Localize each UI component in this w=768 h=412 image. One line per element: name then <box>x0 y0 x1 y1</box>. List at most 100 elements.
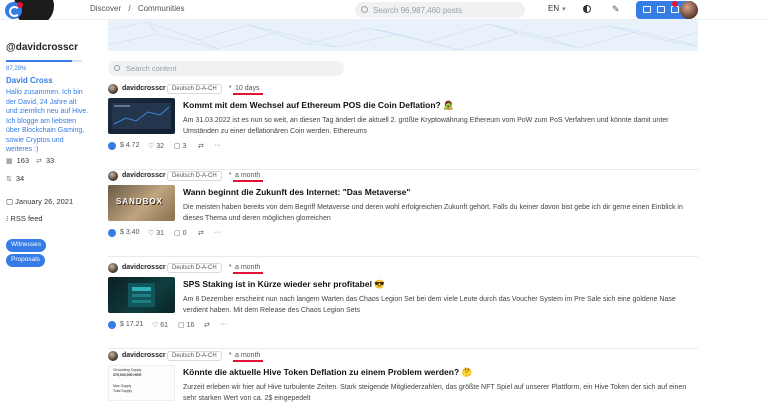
calendar-icon: ▢ <box>6 197 16 206</box>
post-card: davidcrosscr Deutsch D-A-CH • 10 days Ko… <box>108 84 698 170</box>
post-time[interactable]: a month <box>235 352 260 359</box>
author-avatar[interactable] <box>108 263 118 273</box>
global-search-input[interactable]: Search 96,987,460 posts <box>355 2 525 18</box>
witnesses-button[interactable]: Witnesses <box>6 239 46 252</box>
post-time[interactable]: a month <box>235 264 260 271</box>
post-community[interactable]: Deutsch D-A-CH <box>167 171 222 181</box>
reputation-bar <box>6 60 82 62</box>
votes-count[interactable]: ♡ 31 <box>148 229 164 237</box>
post-title[interactable]: Könnte die aktuelle Hive Token Deflation… <box>183 367 472 378</box>
hive-logo-icon[interactable] <box>5 2 23 19</box>
reblog-button[interactable]: ⇄ <box>204 321 210 329</box>
votes-count[interactable]: ♡ 32 <box>148 142 164 150</box>
breadcrumb: Discover / Communities <box>90 4 190 13</box>
breadcrumb-separator: / <box>128 4 131 13</box>
post-thumbnail[interactable]: SANDBOX <box>108 185 175 221</box>
heart-icon: ♡ <box>148 230 155 237</box>
votes-value: 32 <box>156 143 165 150</box>
upvote-button[interactable] <box>108 321 116 330</box>
upvote-icon <box>108 321 116 329</box>
comments-count[interactable]: ▢ 16 <box>178 321 194 329</box>
rss-feed-link[interactable]: ⁝ RSS feed <box>6 214 43 223</box>
more-options-button[interactable]: ··· <box>220 321 227 328</box>
rss-label: RSS feed <box>10 214 43 223</box>
reblog-button[interactable]: ⇄ <box>198 229 204 237</box>
separator-dot: • <box>229 171 232 178</box>
post-time[interactable]: 10 days <box>235 85 260 92</box>
payout[interactable]: $ 4.72 <box>120 142 139 149</box>
comment-icon: ▢ <box>174 230 181 237</box>
separator-dot: • <box>229 84 232 91</box>
post-summary[interactable]: Die meisten haben bereits von dem Begrif… <box>183 202 698 224</box>
heart-icon: ♡ <box>148 143 155 150</box>
followers-icon: ▦ <box>6 158 13 165</box>
theme-toggle-icon[interactable] <box>583 5 591 13</box>
post-card: davidcrosscr Deutsch D-A-CH • a month Ci… <box>108 351 698 412</box>
more-options-button[interactable]: ··· <box>214 142 221 149</box>
posts-stat: ⇅ 34 <box>6 174 24 183</box>
search-placeholder: Search 96,987,460 posts <box>373 6 462 15</box>
language-select[interactable]: EN ▾ <box>548 4 566 13</box>
payout[interactable]: $ 3.40 <box>120 229 139 236</box>
upvote-button[interactable] <box>108 142 116 151</box>
comments-value: 0 <box>182 230 187 237</box>
votes-count[interactable]: ♡ 61 <box>152 321 168 329</box>
followers-stat[interactable]: ▦ 163 <box>6 156 29 165</box>
post-thumbnail[interactable]: Circulating Supply 379,000,000 HIVE Max … <box>108 365 175 401</box>
post-thumbnail[interactable] <box>108 98 175 134</box>
post-community[interactable]: Deutsch D-A-CH <box>167 84 222 94</box>
post-title[interactable]: SPS Staking ist in Kürze wieder sehr pro… <box>183 279 385 290</box>
comments-count[interactable]: ▢ 0 <box>174 229 186 237</box>
comments-count[interactable]: ▢ 3 <box>174 142 186 150</box>
breadcrumb-communities[interactable]: Communities <box>138 4 185 13</box>
wallet-icon[interactable] <box>643 6 651 13</box>
post-title[interactable]: Wann beginnt die Zukunft des Internet: "… <box>183 187 410 197</box>
user-avatar[interactable] <box>680 1 698 19</box>
posts-icon: ⇅ <box>6 176 12 183</box>
reblog-button[interactable]: ⇄ <box>198 142 204 150</box>
post-card: davidcrosscr Deutsch D-A-CH • a month SA… <box>108 171 698 257</box>
post-title[interactable]: Kommt mit dem Wechsel auf Ethereum POS d… <box>183 100 454 111</box>
post-community[interactable]: Deutsch D-A-CH <box>167 263 222 273</box>
more-options-button[interactable]: ··· <box>214 229 221 236</box>
search-icon <box>361 6 368 13</box>
thumbnail-line: Total Supply <box>113 389 133 393</box>
reputation-percent: 87.29% <box>6 66 27 72</box>
reputation-bar-fill <box>6 60 73 62</box>
breadcrumb-discover[interactable]: Discover <box>90 4 121 13</box>
profile-cover <box>108 20 698 51</box>
author-avatar[interactable] <box>108 84 118 94</box>
joined-date: ▢ January 26, 2021 <box>6 197 73 206</box>
post-summary[interactable]: Am 31.03.2022 ist es nun so weit, an die… <box>183 115 698 137</box>
post-thumbnail[interactable] <box>108 277 175 313</box>
profile-handle: @davidcrosscr <box>6 42 79 53</box>
proposals-button[interactable]: Proposals <box>6 254 45 267</box>
post-author[interactable]: davidcrosscr <box>122 352 166 359</box>
joined-label: January 26, 2021 <box>15 197 74 206</box>
comments-value: 16 <box>186 322 195 329</box>
edit-icon[interactable]: ✎ <box>612 4 620 15</box>
notifications-icon[interactable] <box>671 6 679 13</box>
notification-badge <box>672 1 678 7</box>
content-search-input[interactable]: Search content <box>108 61 344 76</box>
chevron-down-icon: ▾ <box>562 6 566 13</box>
post-card: davidcrosscr Deutsch D-A-CH • a month SP… <box>108 263 698 349</box>
author-avatar[interactable] <box>108 171 118 181</box>
following-stat[interactable]: ⇄ 33 <box>36 156 54 165</box>
post-summary[interactable]: Am 8 Dezember erscheint nun nach langem … <box>183 294 698 316</box>
payout[interactable]: $ 17.21 <box>120 321 143 328</box>
post-community[interactable]: Deutsch D-A-CH <box>167 351 222 361</box>
post-summary[interactable]: Zurzeit erleben wir hier auf Hive turbul… <box>183 382 698 404</box>
followers-count: 163 <box>16 156 30 165</box>
posts-count: 34 <box>15 174 25 183</box>
comment-icon: ▢ <box>174 143 181 150</box>
post-author[interactable]: davidcrosscr <box>122 172 166 179</box>
upvote-button[interactable] <box>108 229 116 238</box>
post-author[interactable]: davidcrosscr <box>122 264 166 271</box>
following-count: 33 <box>45 156 55 165</box>
post-time[interactable]: a month <box>235 172 260 179</box>
author-avatar[interactable] <box>108 351 118 361</box>
bookmark-icon[interactable] <box>657 6 665 13</box>
language-label: EN <box>548 4 560 13</box>
post-author[interactable]: davidcrosscr <box>122 85 166 92</box>
